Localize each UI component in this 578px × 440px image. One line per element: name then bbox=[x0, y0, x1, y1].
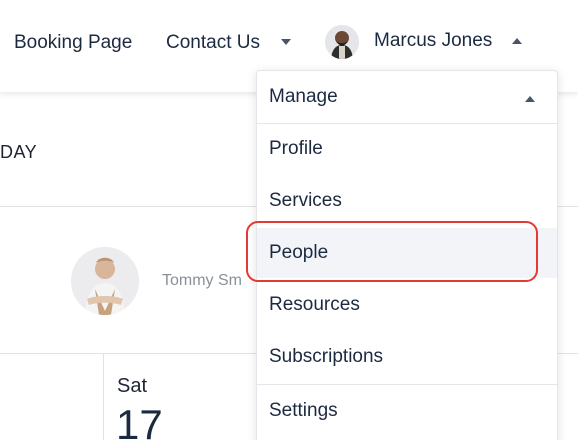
staff-photo-icon bbox=[71, 247, 139, 315]
calendar-date: 17 bbox=[116, 401, 163, 440]
dropdown-manage-header[interactable]: Manage bbox=[257, 71, 557, 124]
dropdown-item-label: Resources bbox=[269, 294, 360, 315]
staff-avatar bbox=[71, 247, 139, 315]
user-name-menu-toggle[interactable]: Marcus Jones bbox=[374, 29, 492, 53]
dropdown-item-subscriptions[interactable]: Subscriptions bbox=[257, 332, 557, 382]
nav-contact-us-link[interactable]: Contact Us bbox=[166, 31, 260, 55]
calendar-column-divider bbox=[103, 354, 104, 440]
dropdown-item-resources[interactable]: Resources bbox=[257, 280, 557, 330]
dropdown-item-label: Settings bbox=[269, 400, 338, 421]
manage-dropdown-menu: Manage Profile Services People Resources… bbox=[256, 70, 558, 440]
dropdown-item-profile[interactable]: Profile bbox=[257, 124, 557, 174]
nav-booking-page-link[interactable]: Booking Page bbox=[14, 31, 132, 55]
avatar-photo-icon bbox=[325, 25, 359, 59]
dropdown-item-label: People bbox=[269, 242, 329, 263]
calendar-weekday: Sat bbox=[117, 375, 148, 397]
app-root: Booking Page Contact Us Marcus Jones DAY bbox=[0, 0, 578, 440]
caret-down-icon[interactable] bbox=[281, 39, 291, 45]
dropdown-item-people[interactable]: People bbox=[257, 228, 557, 278]
dropdown-item-label: Services bbox=[269, 190, 342, 211]
dropdown-item-settings[interactable]: Settings bbox=[257, 386, 557, 436]
dropdown-divider bbox=[257, 384, 557, 385]
user-avatar[interactable] bbox=[325, 25, 359, 59]
dropdown-item-label: Profile bbox=[269, 138, 323, 159]
caret-up-icon[interactable] bbox=[512, 38, 522, 44]
dropdown-item-services[interactable]: Services bbox=[257, 176, 557, 226]
dropdown-item-label: Subscriptions bbox=[269, 346, 384, 367]
dropdown-manage-label: Manage bbox=[269, 86, 338, 107]
caret-up-icon[interactable] bbox=[525, 96, 535, 102]
staff-name: Tommy Sm bbox=[162, 272, 242, 289]
today-button-label[interactable]: DAY bbox=[0, 141, 37, 163]
